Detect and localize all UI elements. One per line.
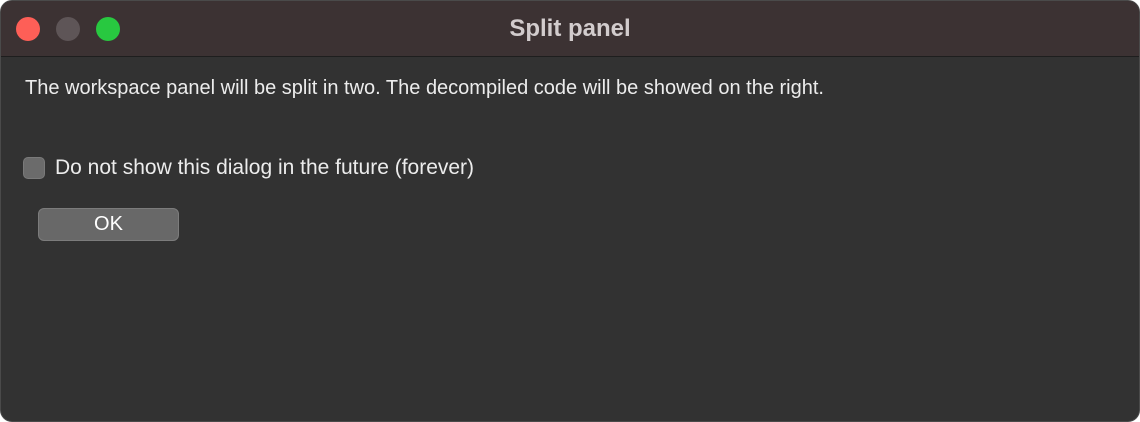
dont-show-again-row[interactable]: Do not show this dialog in the future (f…	[23, 155, 474, 181]
titlebar[interactable]: Split panel	[1, 1, 1139, 57]
split-panel-dialog: Split panel The workspace panel will be …	[0, 0, 1140, 422]
ok-button[interactable]: OK	[38, 208, 179, 241]
dont-show-again-label[interactable]: Do not show this dialog in the future (f…	[55, 156, 474, 180]
dialog-message: The workspace panel will be split in two…	[25, 77, 824, 99]
dont-show-again-checkbox[interactable]	[23, 157, 45, 179]
window-title: Split panel	[509, 15, 631, 42]
